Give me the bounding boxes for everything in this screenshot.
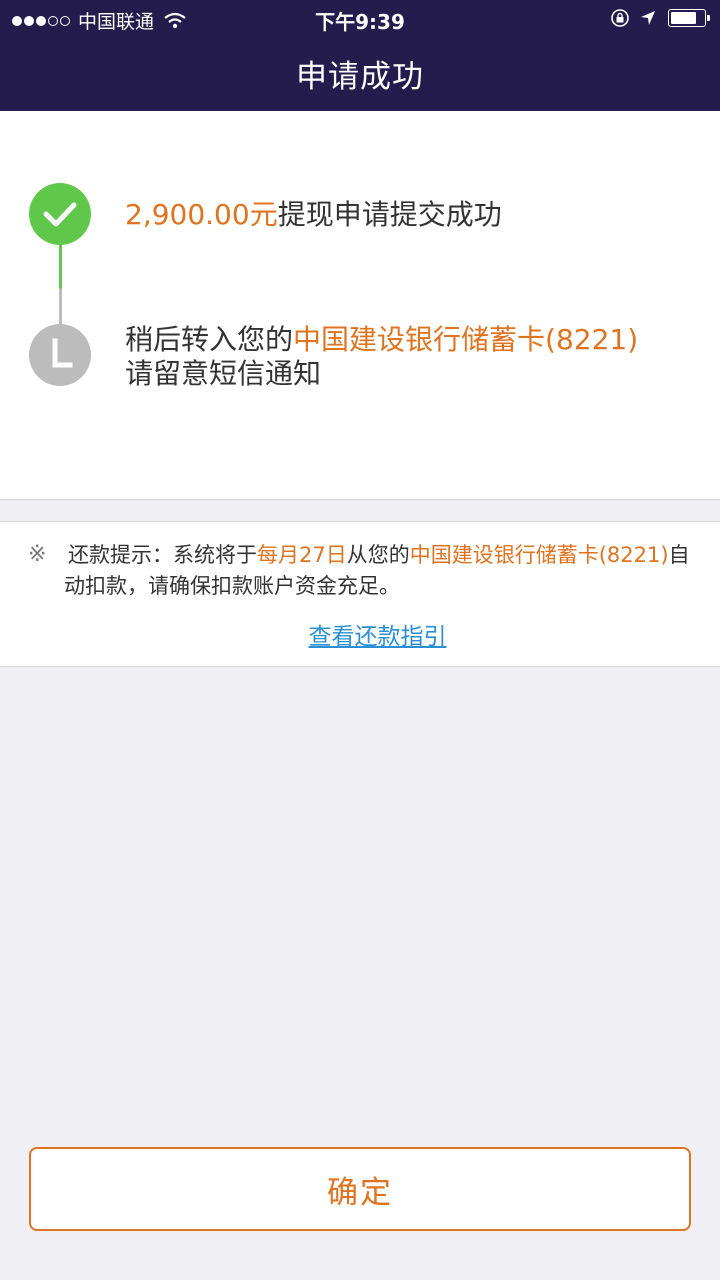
status-bar: 中国联通 下午9:39 (0, 0, 720, 38)
notice-date: 每月27日 (257, 543, 347, 567)
top-bar: 中国联通 下午9:39 申请成功 (0, 0, 720, 111)
confirm-button[interactable]: 确定 (29, 1147, 691, 1231)
battery-icon (668, 9, 710, 27)
step2-prefix: 稍后转入您的 (125, 323, 294, 356)
rotation-lock-icon (611, 9, 629, 27)
step2-line2: 请留意短信通知 (125, 357, 322, 390)
page-title: 申请成功 (296, 59, 424, 95)
notice-mark: ※ (28, 542, 47, 567)
progress-panel: 2,900.00元提现申请提交成功 稍后转入您的中国建设银行储蓄卡(8221) … (0, 111, 720, 500)
step1-text: 2,900.00元提现申请提交成功 (125, 198, 502, 232)
step2-text: 稍后转入您的中国建设银行储蓄卡(8221) 请留意短信通知 (125, 323, 638, 391)
repayment-guide-link[interactable]: 查看还款指引 (0, 617, 720, 651)
notice-label: 还款提示：系统将于 (68, 543, 257, 567)
notice-bank-card: 中国建设银行储蓄卡(8221) (409, 543, 669, 567)
notice-mid: 从您的 (346, 543, 410, 567)
step1-label: 提现申请提交成功 (277, 198, 502, 231)
check-icon (29, 183, 91, 245)
status-right (600, 8, 710, 28)
step2-bank-card: 中国建设银行储蓄卡(8221) (293, 323, 639, 356)
repayment-notice: ※ 还款提示：系统将于每月27日从您的中国建设银行储蓄卡(8221)自动扣款，请… (0, 521, 720, 667)
clock-icon (29, 324, 91, 386)
location-arrow-icon (641, 11, 655, 25)
step-connector (59, 245, 62, 324)
notice-text: 还款提示：系统将于每月27日从您的中国建设银行储蓄卡(8221)自动扣款，请确保… (64, 540, 694, 602)
withdraw-amount: 2,900.00元 (125, 198, 278, 231)
